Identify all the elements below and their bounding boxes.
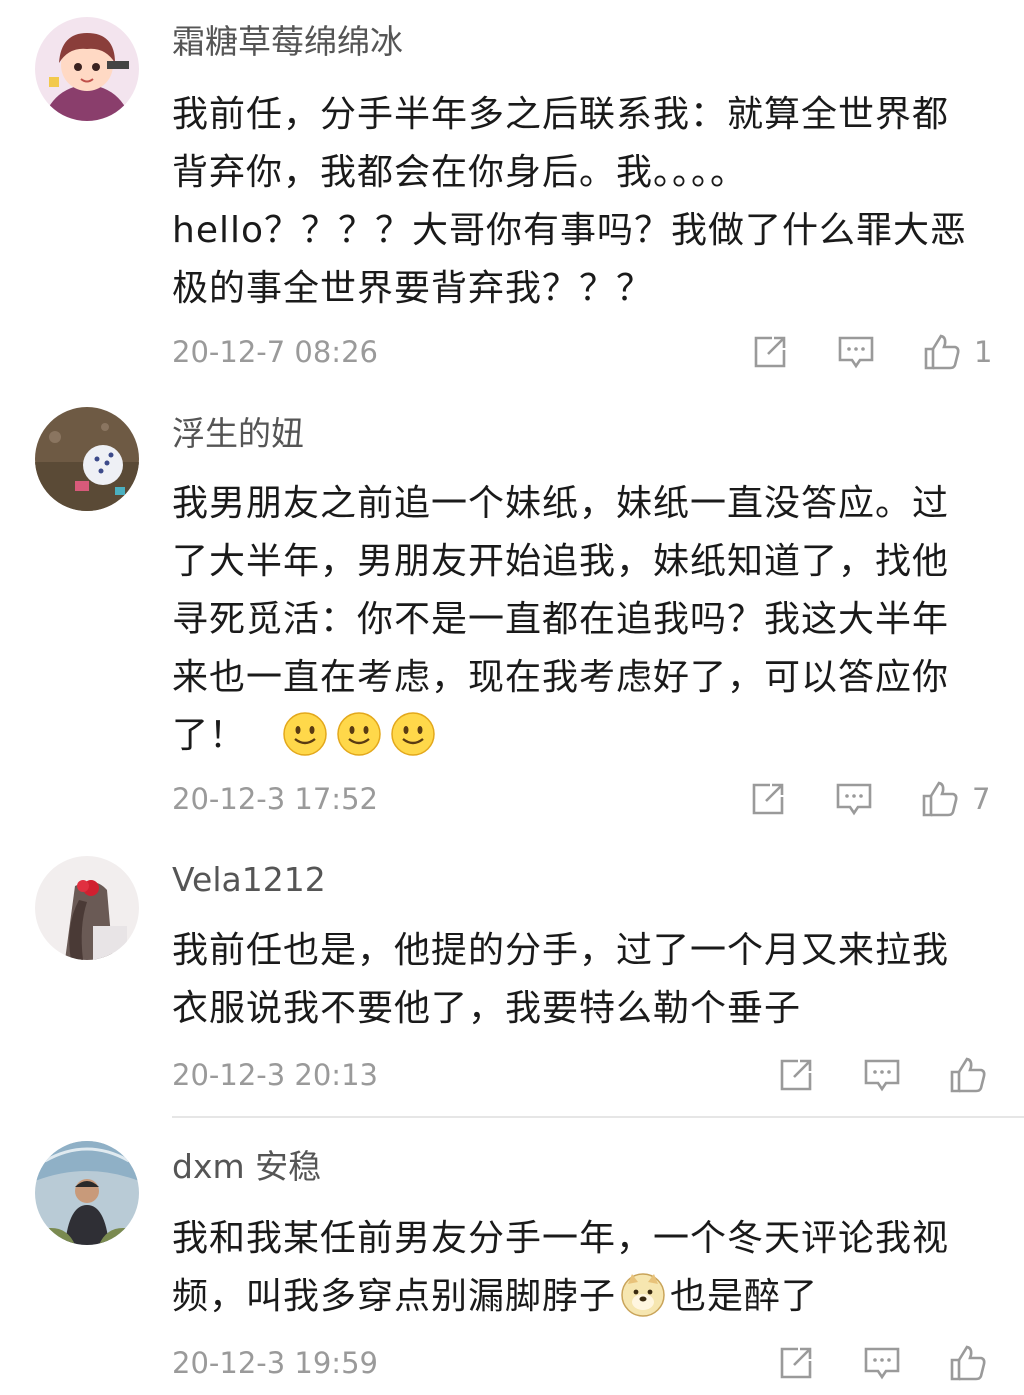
comment-icon[interactable] <box>862 1055 902 1095</box>
comment-text: 我前任也是，他提的分手，过了一个月又来拉我 衣服说我不要他了，我要特么勒个垂子 <box>172 922 982 1038</box>
smile-emoji-icon <box>282 711 328 757</box>
share-icon[interactable] <box>776 1343 816 1383</box>
comment-line-text: 了！ <box>172 715 247 756</box>
comment-line: 背弃你，我都会在你身后。我。。。。 <box>172 152 748 193</box>
comment-line: 我和我某任前男友分手一年，一个冬天评论我视 <box>172 1218 950 1259</box>
comment-text: 我男朋友之前追一个妹纸，妹纸一直没答应。过 了大半年，男朋友开始追我，妹纸知道了… <box>172 475 982 765</box>
comment-line: 极的事全世界要背弃我？？？ <box>172 268 654 309</box>
like-count: 1 <box>974 335 993 369</box>
comment-line: 频，叫我多穿点别漏脚脖子 也是醉了 <box>172 1268 982 1326</box>
comment-line: 了！ <box>172 707 982 765</box>
comment-item: Vela1212 我前任也是，他提的分手，过了一个月又来拉我 衣服说我不要他了，… <box>0 840 1024 1120</box>
timestamp: 20-12-7 08:26 <box>172 335 378 369</box>
thumbs-up-icon[interactable] <box>920 779 960 819</box>
comment-line: 我男朋友之前追一个妹纸，妹纸一直没答应。过 <box>172 483 950 524</box>
timestamp: 20-12-3 17:52 <box>172 782 378 816</box>
timestamp: 20-12-3 19:59 <box>172 1346 378 1380</box>
comment-line: hello？？？？大哥你有事吗？我做了什么罪大恶 <box>172 210 967 251</box>
share-icon[interactable] <box>748 779 788 819</box>
comment-text: 我和我某任前男友分手一年，一个冬天评论我视 频，叫我多穿点别漏脚脖子 也是醉了 <box>172 1210 982 1326</box>
comment-icon[interactable] <box>862 1343 902 1383</box>
doge-emoji-icon <box>620 1272 666 1318</box>
smile-emoji-icon <box>390 711 436 757</box>
username[interactable]: 霜糖草莓绵绵冰 <box>172 22 403 62</box>
divider <box>172 1116 1024 1118</box>
comment-icon[interactable] <box>834 779 874 819</box>
comment-line-text: 也是醉了 <box>670 1276 819 1317</box>
comment-icon[interactable] <box>836 332 876 372</box>
thumbs-up-icon[interactable] <box>922 332 962 372</box>
username[interactable]: 浮生的妞 <box>172 414 304 454</box>
comment-line: 了大半年，男朋友开始追我，妹纸知道了，找他 <box>172 541 950 582</box>
timestamp: 20-12-3 20:13 <box>172 1058 378 1092</box>
comment-item: 霜糖草莓绵绵冰 我前任，分手半年多之后联系我：就算全世界都 背弃你，我都会在你身… <box>0 0 1024 395</box>
comment-text: 我前任，分手半年多之后联系我：就算全世界都 背弃你，我都会在你身后。我。。。。 … <box>172 86 982 318</box>
like-count: 7 <box>972 782 991 816</box>
share-icon[interactable] <box>776 1055 816 1095</box>
comment-item: 浮生的妞 我男朋友之前追一个妹纸，妹纸一直没答应。过 了大半年，男朋友开始追我，… <box>0 395 1024 840</box>
comment-line: 寻死觅活：你不是一直都在追我吗？我这大半年 <box>172 599 950 640</box>
comment-line: 衣服说我不要他了，我要特么勒个垂子 <box>172 988 802 1029</box>
thumbs-up-icon[interactable] <box>948 1055 988 1095</box>
comment-line: 来也一直在考虑，现在我考虑好了，可以答应你 <box>172 657 950 698</box>
comment-line-text: 频，叫我多穿点别漏脚脖子 <box>172 1276 617 1317</box>
smile-emoji-icon <box>336 711 382 757</box>
comment-line: 我前任也是，他提的分手，过了一个月又来拉我 <box>172 930 950 971</box>
username[interactable]: dxm 安稳 <box>172 1147 321 1187</box>
avatar[interactable] <box>35 856 139 960</box>
share-icon[interactable] <box>750 332 790 372</box>
avatar[interactable] <box>35 1141 139 1245</box>
comment-item: dxm 安稳 我和我某任前男友分手一年，一个冬天评论我视 频，叫我多穿点别漏脚脖… <box>0 1125 1024 1395</box>
username[interactable]: Vela1212 <box>172 860 326 900</box>
thumbs-up-icon[interactable] <box>948 1343 988 1383</box>
avatar[interactable] <box>35 407 139 511</box>
avatar[interactable] <box>35 17 139 121</box>
comment-line: 我前任，分手半年多之后联系我：就算全世界都 <box>172 94 950 135</box>
